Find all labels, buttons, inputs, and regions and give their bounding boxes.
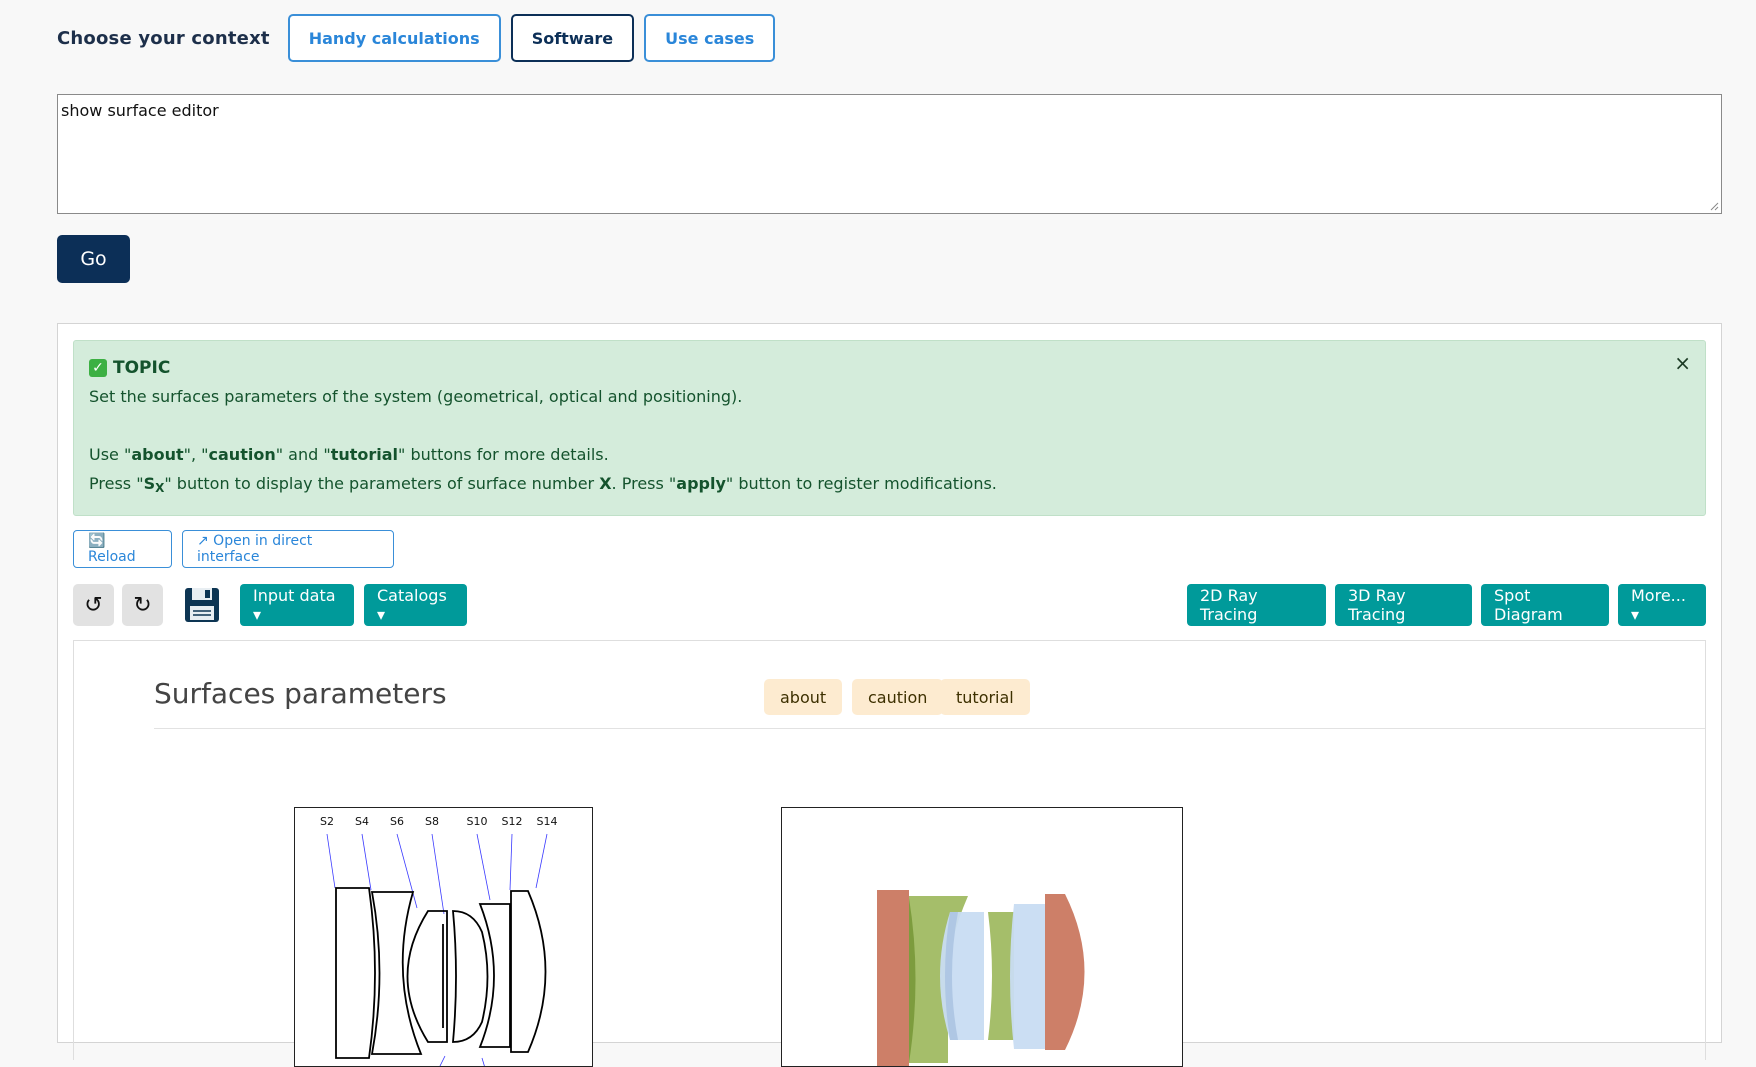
surface-label: S8 — [425, 815, 439, 828]
topic-alert: ✓ TOPIC × Set the surfaces parameters of… — [73, 340, 1706, 516]
topic-help-line: Use "about", "caution" and "tutorial" bu… — [89, 445, 609, 464]
query-text: show surface editor — [61, 101, 219, 120]
surface-label: S10 — [467, 815, 488, 828]
open-direct-interface-button[interactable]: ↗ Open in direct interface — [182, 530, 394, 568]
query-textarea[interactable]: show surface editor — [57, 94, 1722, 214]
redo-icon[interactable]: ↻ — [122, 584, 163, 626]
surface-label: S2 — [320, 815, 334, 828]
context-software-button[interactable]: Software — [510, 14, 635, 62]
topic-instruction-line: Press "SX" button to display the paramet… — [89, 474, 997, 495]
topic-title: ✓ TOPIC — [89, 358, 170, 378]
lens-3d-elements — [877, 890, 1085, 1066]
2d-ray-tracing-button[interactable]: 2D Ray Tracing — [1187, 584, 1326, 626]
about-button[interactable]: about — [764, 679, 843, 715]
resize-grip-icon[interactable] — [1709, 201, 1719, 211]
surface-label: S14 — [537, 815, 558, 828]
section-divider — [154, 728, 1705, 729]
context-selector: Choose your context Handy calculations S… — [57, 14, 785, 62]
leader-lines — [326, 833, 548, 1066]
tutorial-button[interactable]: tutorial — [940, 679, 1030, 715]
surface-labels: S2 S4 S6 S8 S10 S12 S14 — [320, 815, 557, 828]
surface-label: S4 — [355, 815, 369, 828]
check-mark-icon: ✓ — [89, 359, 107, 377]
lens-layout-3d-view[interactable] — [781, 807, 1183, 1067]
context-handy-calculations-button[interactable]: Handy calculations — [287, 14, 501, 62]
caution-button[interactable]: caution — [852, 679, 944, 715]
input-data-dropdown[interactable]: Input data ▾ — [240, 584, 354, 626]
reload-button[interactable]: 🔄 Reload — [73, 530, 172, 568]
undo-icon[interactable]: ↺ — [73, 584, 114, 626]
topic-description: Set the surfaces parameters of the syste… — [89, 387, 743, 406]
more-dropdown[interactable]: More... ▾ — [1618, 584, 1706, 626]
save-icon[interactable] — [183, 586, 221, 624]
lens-elements — [335, 887, 547, 1059]
catalogs-dropdown[interactable]: Catalogs ▾ — [364, 584, 467, 626]
section-title: Surfaces parameters — [154, 677, 447, 710]
surface-label: S6 — [390, 815, 404, 828]
3d-ray-tracing-button[interactable]: 3D Ray Tracing — [1335, 584, 1472, 626]
go-button[interactable]: Go — [57, 235, 130, 283]
context-label: Choose your context — [57, 27, 270, 49]
software-panel: ✓ TOPIC × Set the surfaces parameters of… — [57, 323, 1722, 1067]
lens-layout-2d-diagram[interactable]: S2 S4 S6 S8 S10 S12 S14 — [294, 807, 593, 1067]
spot-diagram-button[interactable]: Spot Diagram — [1481, 584, 1609, 626]
surface-label: S12 — [502, 815, 523, 828]
surfaces-parameters-section: Surfaces parameters about caution tutori… — [73, 640, 1706, 1067]
close-icon[interactable]: × — [1674, 351, 1691, 375]
context-use-cases-button[interactable]: Use cases — [644, 14, 776, 62]
